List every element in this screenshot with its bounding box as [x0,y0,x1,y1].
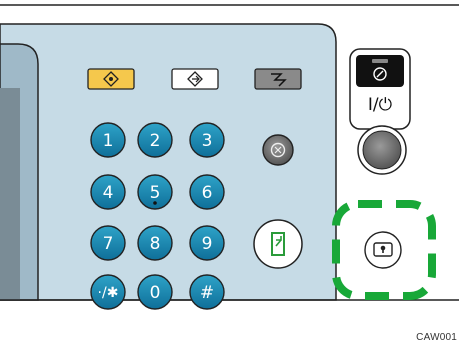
mode-button-grey[interactable] [254,68,302,90]
key-8[interactable]: 8 [137,225,173,261]
key-6-label: 6 [202,183,213,203]
key-8-label: 8 [150,234,161,254]
key-5[interactable]: 5 [137,174,173,210]
key-4-label: 4 [103,183,114,203]
power-button[interactable] [357,125,407,175]
key-5-label: 5 [150,183,161,203]
power-label: I/⏻ [368,95,393,115]
energy-saver-panel: I/⏻ [349,48,411,130]
key-0[interactable]: 0 [137,274,173,310]
start-button[interactable] [253,219,303,269]
key-3-label: 3 [202,131,213,151]
key-2[interactable]: 2 [137,122,173,158]
key-hash[interactable]: # [189,274,225,310]
figure-code: CAW001 [416,332,457,343]
key-star[interactable]: ·/✱ [90,274,126,310]
key-star-label: ·/✱ [98,285,119,301]
key-7-label: 7 [103,234,114,254]
control-panel-illustration: 1 2 3 4 5 6 7 8 9 ·/✱ 0 # I/⏻ CAW001 [0,0,459,347]
key-7[interactable]: 7 [90,225,126,261]
display-screen [0,88,20,300]
login-logout-button[interactable] [364,231,402,269]
control-panel-svg: 1 2 3 4 5 6 7 8 9 ·/✱ 0 # I/⏻ [0,4,459,310]
clear-stop-button[interactable] [262,134,294,166]
key-hash-label: # [200,283,214,303]
key-4[interactable]: 4 [90,174,126,210]
key-3[interactable]: 3 [189,122,225,158]
key-0-label: 0 [150,283,161,303]
key-6[interactable]: 6 [189,174,225,210]
key-9[interactable]: 9 [189,225,225,261]
key-5-tactile-dot [153,201,157,205]
mode-button-group [87,68,302,90]
key-9-label: 9 [202,234,213,254]
key-1-label: 1 [103,131,114,151]
key-2-label: 2 [150,131,161,151]
key-1[interactable]: 1 [90,122,126,158]
